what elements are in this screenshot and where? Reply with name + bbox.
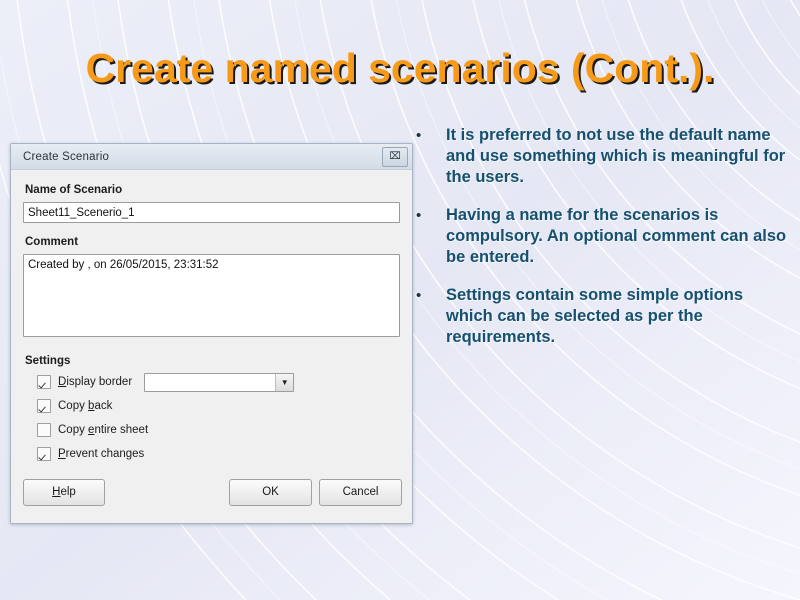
comment-textarea[interactable] bbox=[23, 254, 400, 337]
bullet-text: Settings contain some simple options whi… bbox=[446, 285, 788, 348]
bullet-text: It is preferred to not use the default n… bbox=[446, 125, 788, 188]
close-icon[interactable]: ⌧ bbox=[382, 147, 408, 167]
prevent-changes-checkbox[interactable] bbox=[37, 447, 51, 461]
cancel-button[interactable]: Cancel bbox=[319, 479, 402, 506]
list-item: • Having a name for the scenarios is com… bbox=[412, 205, 788, 268]
copy-back-label: Copy back bbox=[58, 400, 112, 412]
display-border-row: Display border ▼ bbox=[37, 373, 400, 391]
border-color-select[interactable]: ▼ bbox=[144, 373, 294, 392]
settings-group: Settings Display border ▼ Copy back Copy… bbox=[23, 355, 400, 463]
prevent-changes-row: Prevent changes bbox=[37, 445, 400, 463]
create-scenario-dialog: Create Scenario ⌧ Name of Scenario Comme… bbox=[10, 143, 413, 524]
copy-entire-sheet-label: Copy entire sheet bbox=[58, 424, 148, 436]
list-item: • Settings contain some simple options w… bbox=[412, 285, 788, 348]
dialog-button-bar: Help OK Cancel bbox=[11, 479, 413, 505]
display-border-label: Display border bbox=[58, 376, 132, 388]
copy-back-checkbox[interactable] bbox=[37, 399, 51, 413]
copy-entire-sheet-row: Copy entire sheet bbox=[37, 421, 400, 439]
scenario-name-input[interactable] bbox=[23, 202, 400, 223]
dialog-body: Name of Scenario Comment Settings Displa… bbox=[11, 170, 412, 463]
chevron-down-icon[interactable]: ▼ bbox=[275, 374, 293, 391]
bullet-marker-icon: • bbox=[412, 125, 446, 146]
list-item: • It is preferred to not use the default… bbox=[412, 125, 788, 188]
dialog-title: Create Scenario bbox=[23, 151, 382, 163]
ok-button[interactable]: OK bbox=[229, 479, 312, 506]
settings-label: Settings bbox=[25, 355, 400, 367]
comment-label: Comment bbox=[25, 236, 400, 248]
bullet-marker-icon: • bbox=[412, 205, 446, 226]
copy-back-row: Copy back bbox=[37, 397, 400, 415]
bullet-marker-icon: • bbox=[412, 285, 446, 306]
prevent-changes-label: Prevent changes bbox=[58, 448, 144, 460]
slide-canvas: Create named scenarios (Cont.). • It is … bbox=[0, 0, 800, 600]
dialog-titlebar[interactable]: Create Scenario ⌧ bbox=[11, 144, 412, 170]
display-border-checkbox[interactable] bbox=[37, 375, 51, 389]
page-title: Create named scenarios (Cont.). bbox=[0, 45, 800, 92]
name-of-scenario-label: Name of Scenario bbox=[25, 184, 400, 196]
bullet-list: • It is preferred to not use the default… bbox=[412, 125, 788, 365]
help-button[interactable]: Help bbox=[23, 479, 105, 506]
bullet-text: Having a name for the scenarios is compu… bbox=[446, 205, 788, 268]
copy-entire-sheet-checkbox[interactable] bbox=[37, 423, 51, 437]
border-color-value bbox=[145, 374, 275, 391]
